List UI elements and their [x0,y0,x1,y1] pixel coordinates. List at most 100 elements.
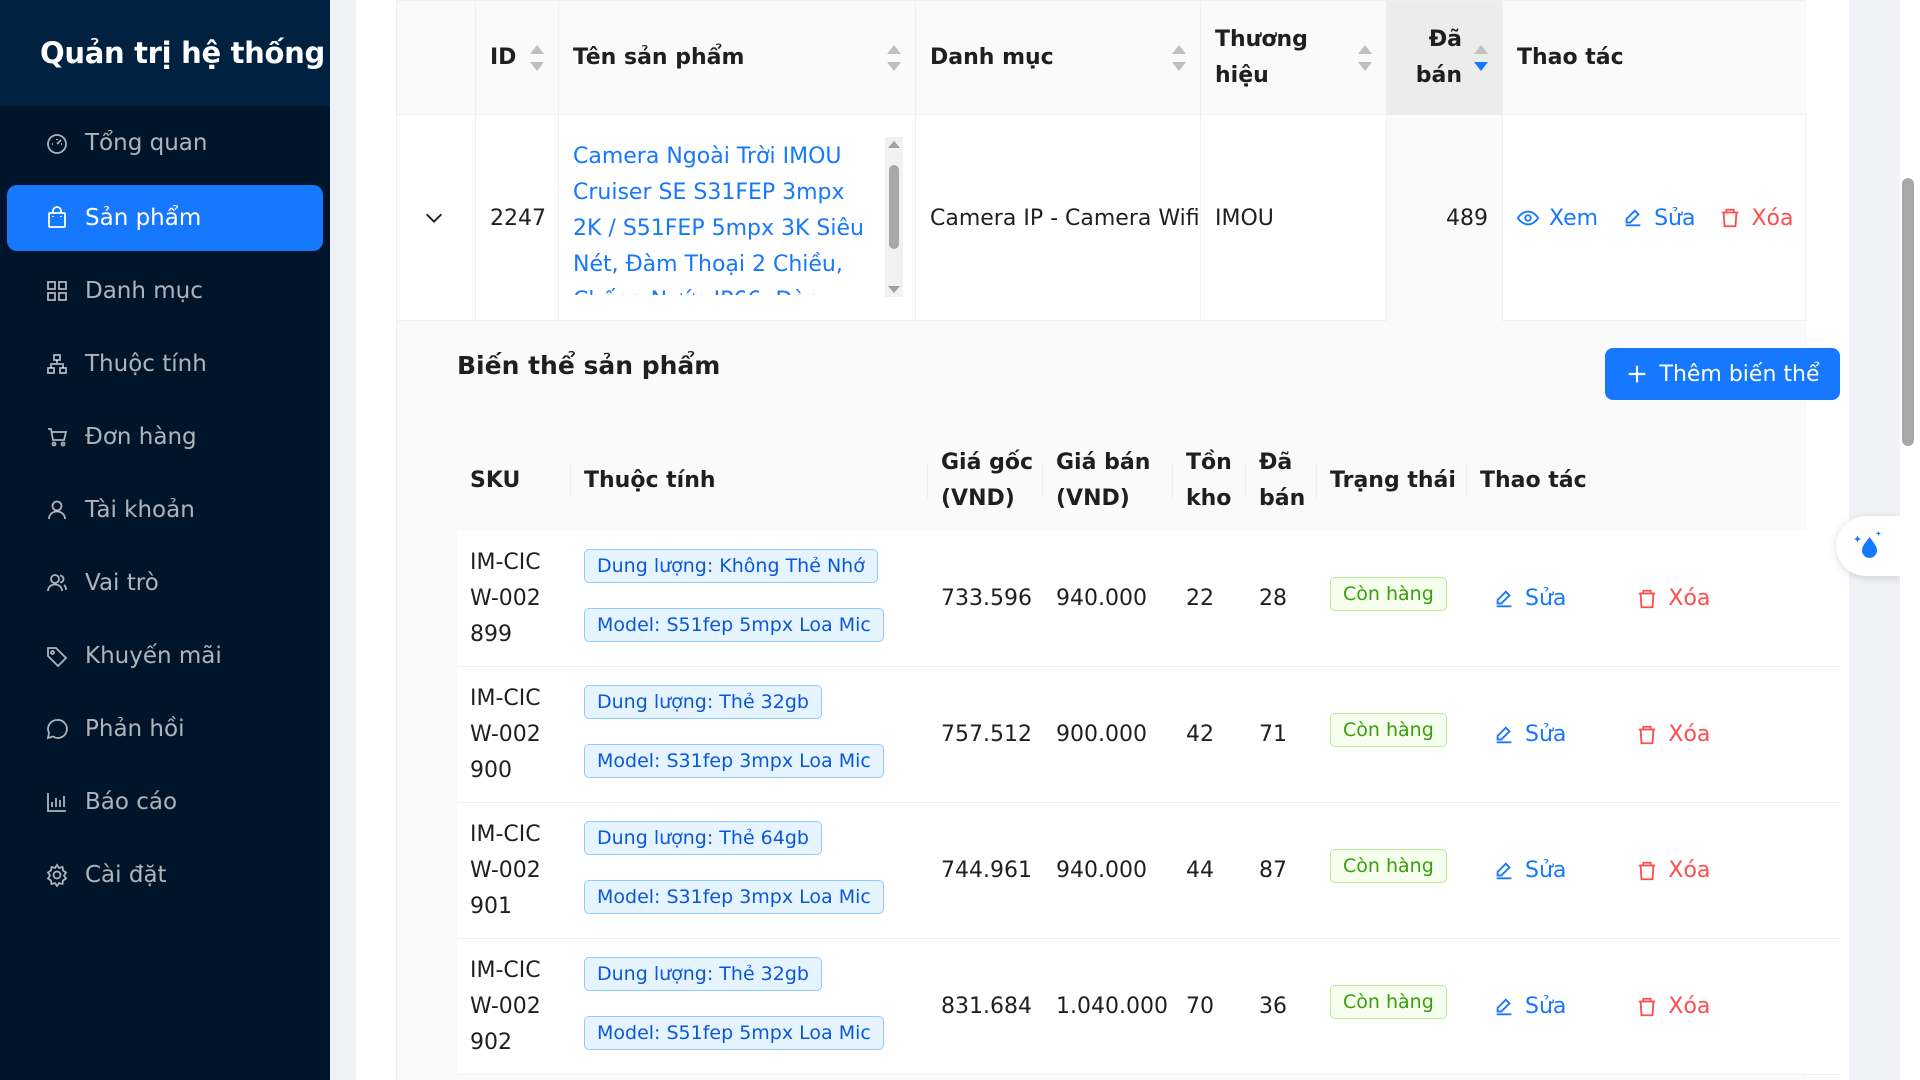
sort-icon[interactable] [530,45,544,71]
column-header-cost: Giá gốc (VND) [928,431,1043,531]
attribute-tag: Dung lượng: Thẻ 32gb [584,957,822,991]
attribute-tag: Model: S51fep 5mpx Loa Mic [584,1016,884,1050]
sidebar-item-categories[interactable]: Danh mục [7,258,323,324]
column-header-brand[interactable]: Thương hiệu [1201,1,1387,115]
product-id: 2247 [476,115,559,321]
app-title: Quản trị hệ thống [40,36,325,70]
sidebar-item-label: Danh mục [85,278,203,304]
attribute-tag: Dung lượng: Thẻ 32gb [584,685,822,719]
variant-price: 940.000 [1056,586,1147,611]
variant-status-cell: Còn hàng [1317,939,1467,1075]
column-header-actions: Thao tác [1480,468,1587,493]
column-header-sold[interactable]: Đã bán [1387,1,1503,115]
table-row: IM-CICW-002900 Dung lượng: Thẻ 32gb Mode… [457,667,1840,803]
delete-button[interactable]: Xóa [1719,206,1793,231]
product-table: ID Tên sản phẩm Danh mục Thương hiệu Đã … [396,0,1840,1080]
scroll-thumb[interactable] [889,165,899,249]
variant-stock: 42 [1186,722,1214,747]
attribute-tag: Model: S31fep 3mpx Loa Mic [584,744,884,778]
delete-variant-button[interactable]: Xóa [1636,853,1710,889]
cart-icon [48,428,68,447]
edit-variant-button[interactable]: Sửa [1493,717,1566,753]
edit-variant-button[interactable]: Sửa [1493,581,1566,617]
view-button[interactable]: Xem [1517,206,1598,231]
sidebar-item-orders[interactable]: Đơn hàng [7,404,323,470]
sort-icon[interactable] [1358,45,1372,71]
name-scrollbar[interactable] [885,137,903,297]
product-table-header: ID Tên sản phẩm Danh mục Thương hiệu Đã … [397,1,1807,115]
sidebar-item-label: Tài khoản [85,497,195,523]
shopping-bag-icon [48,206,66,228]
status-badge: Còn hàng [1330,849,1447,883]
edit-icon [1625,209,1641,227]
delete-variant-button[interactable]: Xóa [1636,989,1710,1025]
sort-icon[interactable] [1172,45,1186,71]
sidebar: Quản trị hệ thống Tổng quan Sản phẩm Dan… [0,0,330,1080]
trash-icon [1639,997,1656,1017]
expand-column-header [397,1,476,115]
sidebar-item-label: Khuyến mãi [85,643,222,669]
sidebar-item-label: Phản hồi [85,716,185,742]
floating-assistant-button[interactable] [1836,516,1900,576]
sidebar-item-attributes[interactable]: Thuộc tính [7,331,323,397]
product-name-cell: Camera Ngoài Trời IMOU Cruiser SE S31FEP… [559,115,916,321]
delete-variant-button[interactable]: Xóa [1636,717,1710,753]
product-actions: Xem Sửa Xóa [1503,115,1807,321]
table-row: IM-CICW-002901 Dung lượng: Thẻ 64gb Mode… [457,803,1840,939]
table-row: 2247 Camera Ngoài Trời IMOU Cruiser SE S… [397,115,1807,321]
page-scroll-thumb[interactable] [1902,178,1914,446]
column-header-attributes: Thuộc tính [571,431,928,531]
variant-stock: 70 [1186,994,1214,1019]
sidebar-item-overview[interactable]: Tổng quan [7,110,323,176]
sidebar-item-feedback[interactable]: Phản hồi [7,696,323,762]
sidebar-item-roles[interactable]: Vai trò [7,550,323,616]
tag-icon [47,647,68,668]
edit-variant-button[interactable]: Sửa [1493,853,1566,889]
sidebar-item-promotions[interactable]: Khuyến mãi [7,623,323,689]
scroll-up-icon[interactable] [888,141,900,148]
edit-variant-button[interactable]: Sửa [1493,989,1566,1025]
edit-button[interactable]: Sửa [1622,206,1695,231]
sidebar-item-label: Sản phẩm [85,205,202,231]
column-header-id[interactable]: ID [476,1,559,115]
brand-header: Quản trị hệ thống [0,0,330,106]
variant-stock: 44 [1186,858,1214,883]
sort-icon[interactable] [887,45,901,71]
chevron-down-icon[interactable] [423,207,445,229]
column-header-category[interactable]: Danh mục [916,1,1201,115]
variant-attributes: Dung lượng: Thẻ 32gb Model: S51fep 5mpx … [571,939,928,1075]
variant-sold: 28 [1259,586,1287,611]
variant-cost: 733.596 [941,586,1032,611]
column-header-price: Giá bán (VND) [1043,431,1173,531]
variant-cost: 831.684 [941,994,1032,1019]
sidebar-item-settings[interactable]: Cài đặt [7,842,323,908]
table-row: IM-CICW-002902 Dung lượng: Thẻ 32gb Mode… [457,939,1840,1075]
product-name-link[interactable]: Camera Ngoài Trời IMOU Cruiser SE S31FEP… [573,144,864,295]
sidebar-item-label: Báo cáo [85,789,178,815]
variant-price: 1.040.000 [1056,994,1168,1019]
variant-sold: 71 [1259,722,1287,747]
dashboard-icon [47,134,67,154]
scroll-down-icon[interactable] [888,286,900,293]
sidebar-item-products[interactable]: Sản phẩm [7,185,323,251]
sort-descending-icon[interactable] [1474,45,1488,71]
sidebar-item-reports[interactable]: Báo cáo [7,769,323,835]
cluster-icon [47,354,67,374]
sidebar-item-accounts[interactable]: Tài khoản [7,477,323,543]
sidebar-item-label: Đơn hàng [85,424,197,450]
column-header-name[interactable]: Tên sản phẩm [559,1,916,115]
add-variant-button[interactable]: Thêm biến thể [1605,348,1840,400]
delete-variant-button[interactable]: Xóa [1636,581,1710,617]
sidebar-item-label: Thuộc tính [85,351,207,377]
edit-icon [1496,726,1512,744]
variant-price: 940.000 [1056,858,1147,883]
attribute-tag: Model: S51fep 5mpx Loa Mic [584,608,884,642]
edit-icon [1496,590,1512,608]
product-card: ID Tên sản phẩm Danh mục Thương hiệu Đã … [356,0,1849,1080]
variants-title: Biến thể sản phẩm [457,351,721,380]
page-scrollbar[interactable] [1900,0,1920,1080]
variant-actions: Sửa Xóa [1467,803,1840,939]
expand-cell[interactable] [397,115,476,321]
sidebar-item-label: Tổng quan [85,130,208,156]
column-header-sold: Đã bán [1246,431,1317,531]
